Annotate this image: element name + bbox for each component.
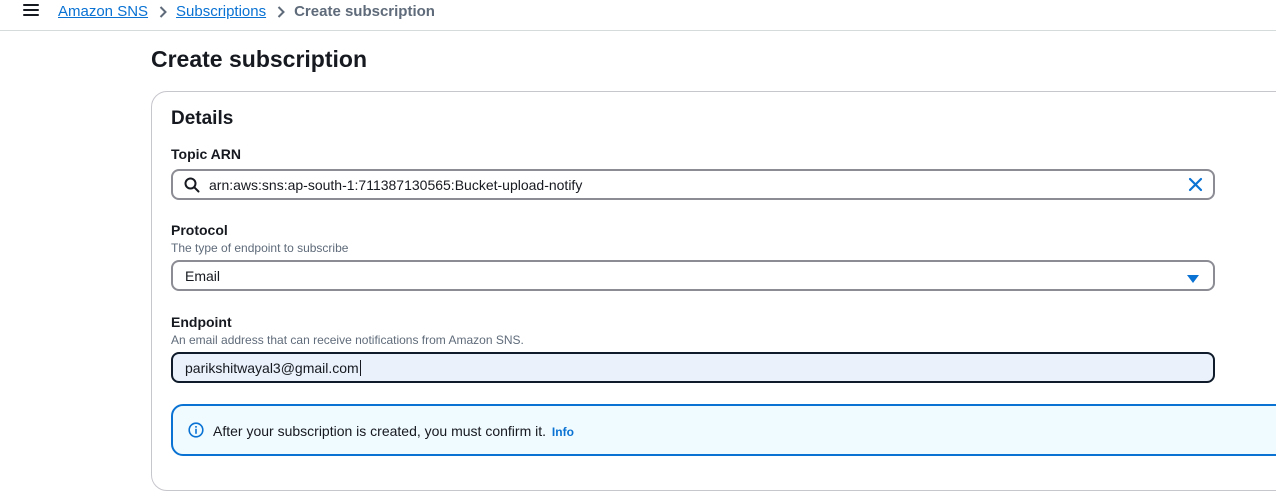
top-bar: Amazon SNS Subscriptions Create subscrip… <box>0 0 1276 31</box>
info-alert: After your subscription is created, you … <box>171 404 1276 456</box>
section-title: Details <box>171 108 234 129</box>
info-icon <box>188 422 204 443</box>
chevron-right-icon <box>159 5 167 18</box>
endpoint-value: parikshitwayal3@gmail.com <box>185 360 359 376</box>
menu-icon[interactable] <box>23 4 39 18</box>
breadcrumb: Amazon SNS Subscriptions Create subscrip… <box>58 3 435 20</box>
page-title: Create subscription <box>151 46 367 72</box>
caret-down-icon[interactable] <box>1187 271 1199 289</box>
text-cursor <box>359 360 361 376</box>
breadcrumb-amazon-sns[interactable]: Amazon SNS <box>58 3 148 20</box>
endpoint-description: An email address that can receive notifi… <box>171 333 524 347</box>
breadcrumb-current: Create subscription <box>294 3 435 20</box>
search-icon <box>184 177 200 198</box>
protocol-description: The type of endpoint to subscribe <box>171 241 349 255</box>
protocol-select[interactable]: Email <box>171 260 1215 291</box>
topic-arn-label: Topic ARN <box>171 146 241 162</box>
protocol-value: Email <box>185 268 221 284</box>
endpoint-label: Endpoint <box>171 314 232 330</box>
topic-arn-input[interactable]: arn:aws:sns:ap-south-1:711387130565:Buck… <box>171 169 1215 200</box>
clear-icon[interactable] <box>1188 177 1203 197</box>
endpoint-input[interactable]: parikshitwayal3@gmail.com <box>171 352 1215 383</box>
chevron-right-icon <box>277 5 286 18</box>
topic-arn-value: arn:aws:sns:ap-south-1:711387130565:Buck… <box>209 177 583 193</box>
breadcrumb-subscriptions[interactable]: Subscriptions <box>176 3 266 20</box>
alert-message: After your subscription is created, you … <box>213 423 547 439</box>
protocol-label: Protocol <box>171 222 228 238</box>
info-link[interactable]: Info <box>552 425 574 439</box>
